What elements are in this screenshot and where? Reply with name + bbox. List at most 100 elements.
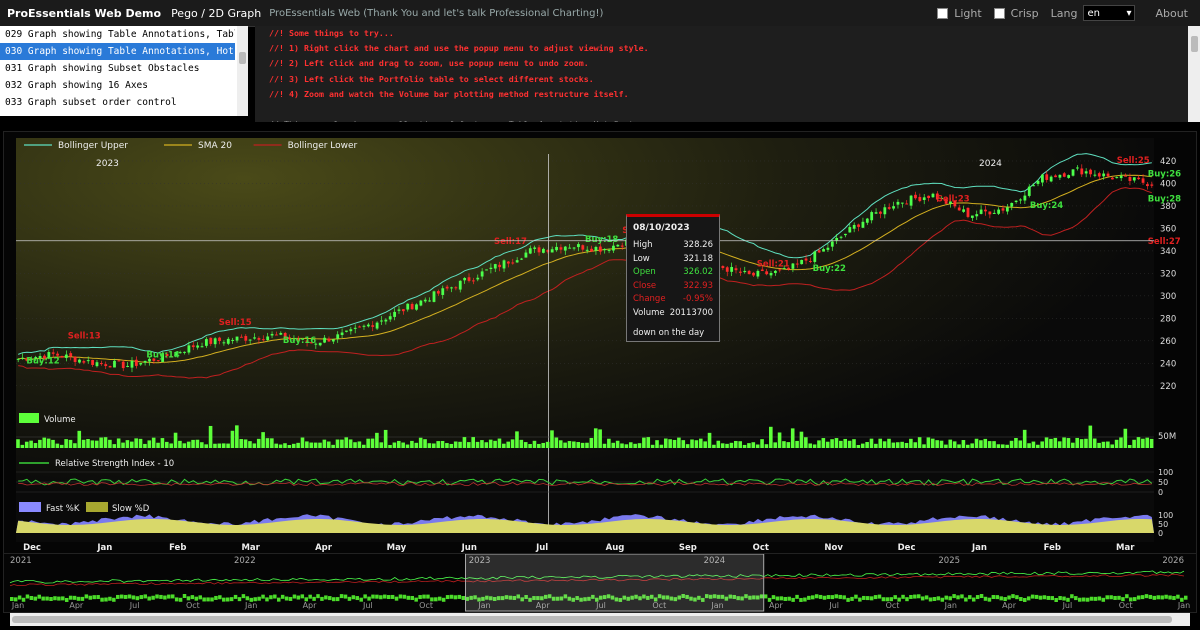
navigator-volume-bar: [108, 596, 112, 601]
navigator-chart[interactable]: 202120222023202420252026JanAprJulOctJanA…: [4, 553, 1196, 612]
volume-bar: [628, 442, 633, 448]
navigator-volume-bar: [771, 595, 776, 600]
volume-bar: [698, 438, 703, 448]
stock-chart[interactable]: Bollinger Upper SMA 20 Bollinger Lower 220 2…: [4, 132, 1196, 556]
example-list[interactable]: 029 Graph showing Table Annotations, Tab…: [0, 26, 248, 116]
volume-bar: [646, 437, 651, 448]
list-item[interactable]: 031 Graph showing Subset Obstacles: [0, 60, 235, 77]
candle-body: [401, 309, 405, 312]
candle-body: [380, 320, 383, 322]
navigator-volume-bar: [1077, 597, 1082, 602]
candle-body: [1084, 171, 1088, 174]
volume-bar: [335, 439, 340, 448]
list-scrollbar[interactable]: [237, 26, 248, 116]
navigator-volume-bar: [284, 596, 289, 601]
navigator-volume-bar: [807, 595, 811, 600]
navigator-volume-bar: [218, 595, 222, 600]
navigator-volume-bar: [437, 596, 442, 601]
volume-bar: [1092, 438, 1097, 448]
navigator-volume-bar: [225, 597, 230, 602]
range-navigator[interactable]: 202120222023202420252026JanAprJulOctJanA…: [3, 553, 1197, 613]
volume-bar: [431, 443, 436, 448]
navigator-volume-bar: [245, 596, 250, 601]
candle-body: [756, 270, 760, 277]
chart-area[interactable]: Bollinger Upper SMA 20 Bollinger Lower 220 2…: [3, 131, 1197, 557]
candle-body: [415, 304, 418, 310]
volume-bar: [265, 438, 270, 448]
horizontal-scroll-thumb[interactable]: [12, 616, 1172, 623]
volume-bar: [917, 437, 922, 448]
crisp-label: Crisp: [1010, 6, 1039, 20]
volume-bar: [86, 439, 90, 448]
navigator-volume-bar: [858, 597, 862, 602]
volume-bar: [909, 438, 913, 448]
candle-body: [266, 336, 270, 341]
candle-body: [1054, 175, 1057, 178]
navigator-month-label: Jul: [1062, 601, 1073, 610]
code-scrollbar[interactable]: [1188, 26, 1200, 122]
volume-bar: [357, 441, 362, 448]
list-scroll-thumb[interactable]: [239, 52, 246, 64]
volume-bar: [1066, 438, 1071, 448]
volume-bar: [313, 442, 318, 448]
crisp-checkbox[interactable]: [993, 7, 1005, 19]
navigator-month-label: Jan: [11, 601, 24, 610]
candle-body: [795, 263, 799, 265]
list-item[interactable]: 033 Graph subset order control: [0, 94, 235, 111]
navigator-volume-bar: [830, 595, 835, 600]
year-label: 2024: [979, 159, 1002, 169]
navigator-volume-bar: [952, 594, 956, 599]
volume-bar: [488, 439, 493, 448]
navigator-volume-bar: [390, 594, 395, 599]
candle-body: [458, 280, 462, 290]
tooltip-key: Change: [633, 294, 666, 304]
volume-bar: [248, 441, 252, 448]
volume-bar: [147, 440, 152, 448]
code-scroll-thumb[interactable]: [1191, 36, 1198, 52]
candle-body: [419, 300, 423, 306]
candle-body: [616, 244, 620, 247]
candle-body: [235, 336, 239, 341]
about-link[interactable]: About: [1155, 7, 1188, 20]
code-panel[interactable]: //! Some things to try... //! 1) Right cl…: [255, 26, 1188, 122]
candle-body: [905, 203, 909, 205]
volume-bar: [392, 442, 397, 448]
navigator-volume-bar: [905, 597, 909, 602]
list-item[interactable]: 032 Graph showing 16 Axes: [0, 77, 235, 94]
volume-bar: [221, 443, 226, 448]
navigator-volume-bar: [1034, 594, 1039, 599]
navigator-volume-bar: [822, 595, 827, 600]
light-checkbox[interactable]: [937, 7, 949, 19]
tooltip-row: Volume 20113700: [633, 307, 713, 321]
navigator-volume-bar: [862, 595, 866, 600]
candle-body: [984, 209, 987, 212]
volume-bar: [694, 440, 699, 448]
trade-annotation: Buy:28: [1148, 194, 1181, 204]
navigator-volume-bar: [135, 596, 140, 601]
lang-select[interactable]: en ▾: [1083, 5, 1136, 21]
volume-bar: [1014, 438, 1018, 448]
list-item-selected[interactable]: 030 Graph showing Table Annotations, Hot…: [0, 43, 235, 60]
candle-body: [60, 355, 64, 358]
trade-annotation: Buy:12: [26, 356, 59, 366]
horizontal-scrollbar[interactable]: [10, 613, 1190, 626]
volume-bar: [690, 439, 694, 448]
navigator-volume-bar: [1046, 595, 1051, 600]
navigator-volume-bar: [37, 594, 41, 599]
candle-body: [445, 286, 449, 289]
volume-bar: [611, 442, 616, 448]
volume-bar: [383, 429, 388, 448]
navigator-volume-bar: [461, 595, 466, 600]
candle-body: [1080, 168, 1084, 175]
list-item[interactable]: 029 Graph showing Table Annotations, Tab…: [0, 26, 235, 43]
navigator-volume-bar: [854, 594, 858, 599]
candle-body: [204, 339, 208, 346]
navigator-volume-bar: [960, 594, 964, 599]
navigator-volume-bar: [167, 594, 171, 599]
volume-bar: [1000, 444, 1005, 448]
brand-title[interactable]: ProEssentials Web Demo: [7, 7, 161, 20]
navigator-volume-bar: [116, 594, 120, 599]
volume-bar: [804, 437, 808, 448]
navigator-volume-bar: [351, 595, 356, 600]
